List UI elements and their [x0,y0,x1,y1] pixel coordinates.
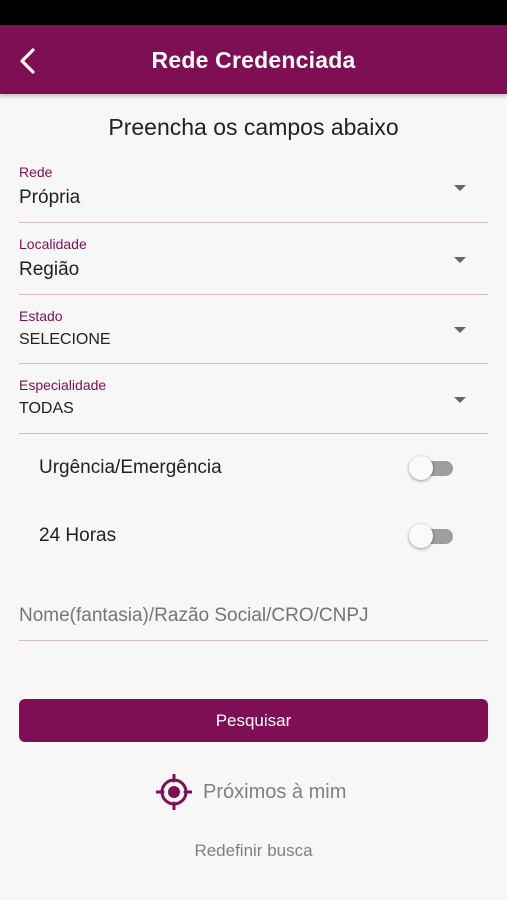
localidade-select[interactable]: Localidade Região [19,236,488,295]
name-search-input[interactable] [19,591,488,641]
app-bar: Rede Credenciada [0,25,507,94]
especialidade-value: TODAS [19,400,74,417]
rede-value: Própria [19,187,81,208]
localidade-value: Região [19,259,80,280]
24-horas-switch[interactable] [409,524,455,548]
status-bar [0,0,507,25]
localidade-label: Localidade [19,236,87,252]
rede-label: Rede [19,164,53,180]
rede-select[interactable]: Rede Própria [19,164,488,223]
dropdown-arrow-icon [454,257,466,263]
urgencia-switch[interactable] [409,456,455,480]
toggle-row-urgencia: Urgência/Emergência [39,452,455,484]
nearby-label: Próximos à mim [203,781,347,803]
especialidade-select[interactable]: Especialidade TODAS [19,377,488,434]
urgencia-label: Urgência/Emergência [39,457,222,478]
switch-thumb [409,456,433,480]
toggle-row-24-horas: 24 Horas [39,520,455,552]
location-target-icon [156,774,192,810]
estado-label: Estado [19,308,63,324]
dropdown-arrow-icon [454,397,466,403]
form-title: Preencha os campos abaixo [108,114,399,140]
reset-search-link[interactable]: Redefinir busca [0,841,507,861]
especialidade-label: Especialidade [19,377,107,393]
search-button[interactable]: Pesquisar [19,699,488,742]
page-title: Rede Credenciada [151,47,356,73]
estado-select[interactable]: Estado SELECIONE [19,308,488,364]
dropdown-arrow-icon [454,185,466,191]
estado-value: SELECIONE [19,331,111,348]
switch-thumb [409,524,433,548]
24-horas-label: 24 Horas [39,525,117,546]
dropdown-arrow-icon [454,327,466,333]
